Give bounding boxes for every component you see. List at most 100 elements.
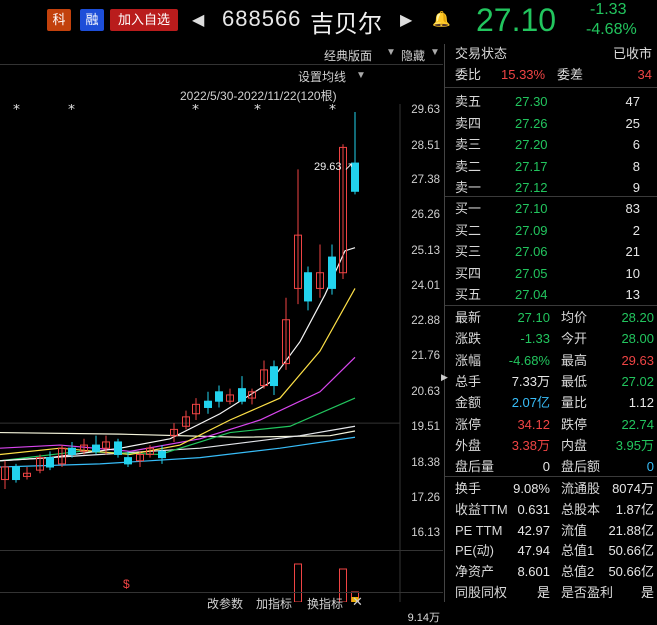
y-axis-tick: 18.38 bbox=[411, 457, 440, 469]
fund-value: 是 bbox=[640, 585, 654, 600]
candle-body bbox=[158, 450, 166, 459]
buy-row[interactable]: 买一 27.10 83 bbox=[445, 199, 657, 219]
y-axis-tick: 19.51 bbox=[411, 421, 440, 433]
stat-label: 跌停 bbox=[561, 416, 588, 432]
stat-label: 涨幅 bbox=[455, 352, 482, 368]
stat-label: 涨跌 bbox=[455, 331, 482, 347]
fund-value: 1.87亿 bbox=[615, 501, 654, 517]
event-marker-icon[interactable]: * bbox=[68, 104, 75, 118]
event-marker-icon[interactable]: * bbox=[192, 104, 199, 118]
fund-label: 是否盈利 bbox=[561, 585, 614, 600]
price-change: -1.33 bbox=[590, 1, 627, 18]
fund-label: 流值 bbox=[561, 522, 588, 538]
y-axis-tick: 16.13 bbox=[411, 527, 440, 539]
collapse-arrow-icon[interactable]: ▶ bbox=[441, 372, 448, 383]
stat-label: 涨停 bbox=[455, 416, 482, 432]
stat-value: -4.68% bbox=[508, 352, 550, 368]
buy-row[interactable]: 买三 27.06 21 bbox=[445, 242, 657, 262]
candle-body bbox=[215, 391, 223, 402]
sell-row[interactable]: 卖二 27.17 8 bbox=[445, 157, 657, 177]
buy-row[interactable]: 买四 27.05 10 bbox=[445, 264, 657, 284]
switch-indicator-button[interactable]: 换指标 bbox=[307, 595, 343, 612]
fund-value: 42.97 bbox=[517, 522, 550, 538]
event-marker-icon[interactable]: * bbox=[254, 104, 261, 118]
candle-body bbox=[12, 466, 20, 481]
sell-label: 卖四 bbox=[455, 115, 482, 131]
kline-svg: * * * * * bbox=[0, 104, 401, 602]
event-marker-icon[interactable]: * bbox=[13, 104, 20, 118]
buy-price: 27.04 bbox=[515, 287, 548, 303]
fund-label: 同股同权 bbox=[455, 585, 508, 600]
fund-value: 21.88亿 bbox=[608, 522, 654, 538]
stat-label: 均价 bbox=[561, 310, 588, 325]
stock-header: 科 融 加入自选 ◀ 688566 吉贝尔 ▶ 🔔 27.10 -1.33 -4… bbox=[0, 0, 657, 44]
buy-row[interactable]: 买二 27.09 2 bbox=[445, 221, 657, 241]
sell-row[interactable]: 卖四 27.26 25 bbox=[445, 114, 657, 134]
stat-value: 27.02 bbox=[621, 373, 654, 389]
buy-row[interactable]: 买五 27.04 13 bbox=[445, 285, 657, 305]
fund-value: 50.66亿 bbox=[608, 564, 654, 580]
buy-label: 买三 bbox=[455, 244, 482, 260]
candle-body bbox=[92, 444, 100, 452]
add-indicator-button[interactable]: 加指标 bbox=[256, 595, 292, 612]
stat-label: 外盘 bbox=[455, 437, 482, 453]
margin-trading-tag: 融 bbox=[80, 9, 104, 31]
dropdown-icon[interactable]: ▼ bbox=[356, 70, 366, 81]
candle-body bbox=[46, 457, 54, 468]
stat-row: 涨幅 -4.68% 最高 29.63 bbox=[445, 351, 657, 371]
y-axis-tick: 27.38 bbox=[411, 174, 440, 186]
stat-label: 金额 bbox=[455, 395, 482, 411]
fund-label: 换手 bbox=[455, 481, 482, 496]
divider bbox=[0, 550, 443, 551]
sell-price: 27.26 bbox=[515, 115, 548, 131]
dropdown-icon[interactable]: ▼ bbox=[430, 47, 440, 58]
change-params-button[interactable]: 改参数 bbox=[207, 595, 243, 612]
buy-label: 买二 bbox=[455, 222, 482, 238]
fund-value: 8.601 bbox=[517, 564, 550, 580]
sell-row[interactable]: 卖五 27.30 47 bbox=[445, 92, 657, 112]
classic-layout-button[interactable]: 经典版面 bbox=[324, 47, 372, 64]
buy-label: 买一 bbox=[455, 201, 482, 216]
candle-body bbox=[304, 272, 312, 302]
candle-body bbox=[328, 256, 336, 289]
sell-price: 27.12 bbox=[515, 180, 548, 196]
event-marker-icon[interactable]: * bbox=[329, 104, 336, 118]
fund-value: 8074万 bbox=[612, 481, 654, 496]
sell-price: 27.17 bbox=[515, 158, 548, 174]
add-watchlist-button[interactable]: 加入自选 bbox=[110, 9, 178, 31]
stat-value: 3.95万 bbox=[615, 437, 654, 453]
buy-volume: 10 bbox=[625, 265, 640, 281]
prev-stock-arrow-icon[interactable]: ◀ bbox=[192, 10, 204, 30]
close-icon[interactable]: ✕ bbox=[352, 594, 363, 610]
next-stock-arrow-icon[interactable]: ▶ bbox=[400, 10, 412, 30]
sell-volume: 25 bbox=[625, 115, 640, 131]
hide-button[interactable]: 隐藏 bbox=[401, 47, 425, 64]
stat-row: 涨跌 -1.33 今开 28.00 bbox=[445, 329, 657, 349]
order-diff-label: 委差 bbox=[557, 67, 584, 82]
sell-row[interactable]: 卖三 27.20 6 bbox=[445, 135, 657, 155]
dividend-marker[interactable]: $ bbox=[123, 577, 130, 591]
fund-label: 净资产 bbox=[455, 564, 495, 580]
stat-value: 34.12 bbox=[517, 416, 550, 432]
alert-bell-icon[interactable]: 🔔 bbox=[432, 10, 451, 28]
sell-volume: 8 bbox=[632, 158, 640, 174]
sell-volume: 6 bbox=[632, 137, 640, 153]
trade-status-label: 交易状态 bbox=[455, 46, 508, 61]
buy-volume: 2 bbox=[632, 222, 640, 238]
sell-row[interactable]: 卖一 27.12 9 bbox=[445, 178, 657, 198]
buy-price: 27.06 bbox=[515, 244, 548, 260]
chart-toolbar: 经典版面 ▼ 隐藏 ▼ bbox=[0, 44, 443, 65]
sell-volume: 47 bbox=[625, 94, 640, 109]
fund-row: PE TTM 42.97 流值 21.88亿 bbox=[445, 521, 657, 541]
stat-label: 盘后量 bbox=[455, 459, 495, 475]
buy-volume: 83 bbox=[625, 201, 640, 216]
y-axis-tick: 25.13 bbox=[411, 245, 440, 257]
ma-setting-button[interactable]: 设置均线 bbox=[298, 68, 346, 85]
stat-value: 1.12 bbox=[628, 395, 654, 411]
stat-value: -1.33 bbox=[520, 331, 550, 347]
stat-row: 涨停 34.12 跌停 22.74 bbox=[445, 415, 657, 435]
stat-row: 金额 2.07亿 量比 1.12 bbox=[445, 393, 657, 413]
dropdown-icon[interactable]: ▼ bbox=[386, 47, 396, 58]
fund-label: 总股本 bbox=[561, 501, 601, 517]
stat-label: 最高 bbox=[561, 352, 588, 368]
